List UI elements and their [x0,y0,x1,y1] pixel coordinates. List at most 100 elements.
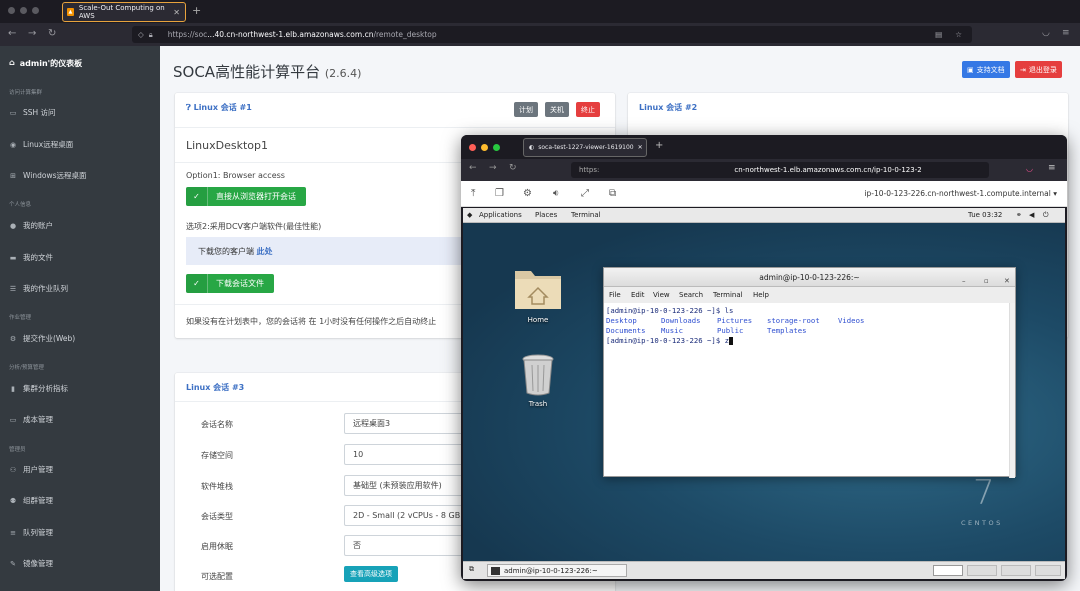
workspace-switcher[interactable] [933,565,963,576]
sidebar-item-ssh[interactable]: ▭ SSH 访问 [9,107,56,118]
remote-reload-icon[interactable]: ↻ [509,163,517,173]
remote-pocket-icon[interactable]: ◡ [1026,164,1033,173]
workspace-switcher-3[interactable] [1001,565,1031,576]
workspace-switcher-2[interactable] [967,565,997,576]
remote-back-icon[interactable]: ← [469,163,477,173]
display-icon[interactable]: ⧉ [609,188,616,199]
dollar-icon: ▭ [9,415,17,424]
download-session-file-button[interactable]: ✓ 下载会话文件 [186,274,274,293]
tab-close-icon[interactable]: ✕ [173,8,180,17]
show-desktop-icon[interactable]: ⧉ [469,565,474,574]
gnome-applications-menu[interactable]: Applications [479,211,522,219]
terminal-menu-view[interactable]: View [653,291,670,299]
fullscreen-icon[interactable]: ⤢ [581,188,589,199]
terminal-menu-help[interactable]: Help [753,291,769,299]
terminate-button[interactable]: 终止 [576,102,600,117]
sidebar-item-users[interactable]: ⚇ 用户管理 [9,464,53,475]
dcv-hostname[interactable]: ip-10-0-123-226.cn-northwest-1.compute.i… [864,189,1057,198]
audio-icon[interactable]: 🔉︎ [553,188,559,199]
window-minimize-dot[interactable] [20,7,27,14]
menu-icon[interactable]: ≡ [1062,28,1070,38]
copy-icon[interactable]: ❐ [495,188,504,199]
remote-zoom-dot[interactable] [493,144,500,151]
sidebar-item-groups[interactable]: ⚉ 组群管理 [9,495,53,506]
home-folder-icon[interactable] [513,263,563,311]
power-icon[interactable]: ⏻ [1043,211,1049,220]
sidebar-section-admin: 管理员 [9,447,26,453]
session-name-label: 会话名称 [201,420,233,429]
volume-icon[interactable]: ◀ [1029,211,1034,219]
user-icon: ● [9,221,17,230]
browser-tab-active[interactable]: ▲ Scale-Out Computing on AWS ✕ [62,2,186,22]
home-icon-label: Home [527,316,549,324]
terminal-menu-search[interactable]: Search [679,291,703,299]
remote-browser-tab[interactable]: ◐ soca-test-1227-viewer-1619100 ✕ [523,138,647,157]
gnome-clock[interactable]: Tue 03:32 [968,211,1002,219]
pocket-icon[interactable]: ◡ [1042,28,1050,38]
browser-nav-bar: ← → ↻ ◇ 🔒︎ https://soc...40.cn-northwest… [0,23,1080,46]
new-tab-icon[interactable]: + [192,4,201,17]
remote-tab-close-icon[interactable]: ✕ [638,144,643,151]
window-close-dot[interactable] [8,7,15,14]
remote-menu-icon[interactable]: ≡ [1048,163,1056,173]
sidebar-item-my-jobs[interactable]: ☰ 我的作业队列 [9,283,68,294]
forward-icon[interactable]: → [28,28,36,39]
terminal-title-bar[interactable]: admin@ip-10-0-123-226:~ – ▫ ✕ [604,268,1015,287]
sidebar-title[interactable]: ⌂ admin'的仪表板 [9,58,82,69]
bookmark-star-icon[interactable]: ☆ [955,30,962,39]
gnome-places-menu[interactable]: Places [535,211,557,219]
shield-icon: ◇ [138,30,144,39]
sidebar-item-queues[interactable]: ≡ 队列管理 [9,527,53,538]
sidebar-item-cluster-metrics[interactable]: ▮ 集群分析指标 [9,383,68,394]
download-client-link[interactable]: 此处 [257,246,273,257]
reload-icon[interactable]: ↻ [48,28,56,39]
upload-icon[interactable]: ⤒ [471,188,475,199]
sidebar-item-linux-desktop[interactable]: ◉ Linux远程桌面 [9,139,73,150]
sidebar-item-my-account[interactable]: ● 我的账户 [9,220,53,231]
back-icon[interactable]: ← [8,28,16,39]
logout-icon: ⇥ [1020,65,1026,74]
remote-close-dot[interactable] [469,144,476,151]
terminal-output[interactable]: [admin@ip-10-0-123-226 ~]$ ls Desktop Do… [604,303,1015,478]
window-zoom-dot[interactable] [32,7,39,14]
software-stack-label: 软件堆栈 [201,482,233,491]
terminal-menu-file[interactable]: File [609,291,621,299]
terminal-window[interactable]: admin@ip-10-0-123-226:~ – ▫ ✕ File Edit … [603,267,1016,478]
workspace-switcher-4[interactable] [1035,565,1061,576]
sidebar-item-my-files[interactable]: ▬ 我的文件 [9,252,53,263]
advanced-options-button[interactable]: 查看高级选项 [344,566,398,582]
ls-entry: Desktop [606,316,637,325]
open-in-browser-button[interactable]: ✓ 直接从浏览器打开会话 [186,187,306,206]
terminal-menu-terminal[interactable]: Terminal [713,291,743,299]
remote-forward-icon[interactable]: → [489,163,497,173]
terminal-menu-bar: File Edit View Search Terminal Help [604,287,1015,303]
sidebar-item-submit-job[interactable]: ⚙ 提交作业(Web) [9,333,75,344]
shutdown-button[interactable]: 关机 [545,102,569,117]
remote-url-bar[interactable]: https: cn-northwest-1.elb.amazonaws.com.c… [571,162,989,178]
terminal-scrollbar[interactable] [1009,303,1015,478]
trash-icon[interactable] [521,353,555,397]
reader-view-icon[interactable]: ▤ [935,30,942,39]
chart-icon: ▮ [11,384,15,393]
url-bar[interactable]: ◇ 🔒︎ https://soc...40.cn-northwest-1.elb… [132,26,972,43]
schedule-button[interactable]: 计划 [514,102,538,117]
ls-entry: Documents [606,326,646,335]
url-host: ...40.cn-northwest-1.elb.amazonaws.com.c… [207,30,374,39]
ls-entry: Downloads [661,316,701,325]
gnome-terminal-menu[interactable]: Terminal [571,211,601,219]
logout-button[interactable]: ⇥ 退出登录 [1015,61,1062,78]
aws-favicon-icon: ▲ [67,8,74,16]
terminal-line-1: [admin@ip-10-0-123-226 ~]$ ls [606,306,734,315]
url-prefix: https://soc [167,30,208,39]
remote-minimize-dot[interactable] [481,144,488,151]
option1-label: Option1: Browser access [186,171,285,180]
taskbar-terminal-item[interactable]: admin@ip-10-0-123-226:~ [487,564,627,577]
terminal-menu-edit[interactable]: Edit [631,291,645,299]
sidebar-item-windows-desktop[interactable]: ⊞ Windows远程桌面 [9,170,86,181]
sidebar-item-cost[interactable]: ▭ 成本管理 [9,414,53,425]
network-icon[interactable]: ⚭ [1016,211,1022,219]
settings-icon[interactable]: ⚙ [523,188,532,199]
docs-button[interactable]: ▣ 支持文档 [962,61,1010,78]
remote-new-tab-icon[interactable]: + [655,140,663,151]
sidebar-item-images[interactable]: ✎ 镜像管理 [9,558,53,569]
